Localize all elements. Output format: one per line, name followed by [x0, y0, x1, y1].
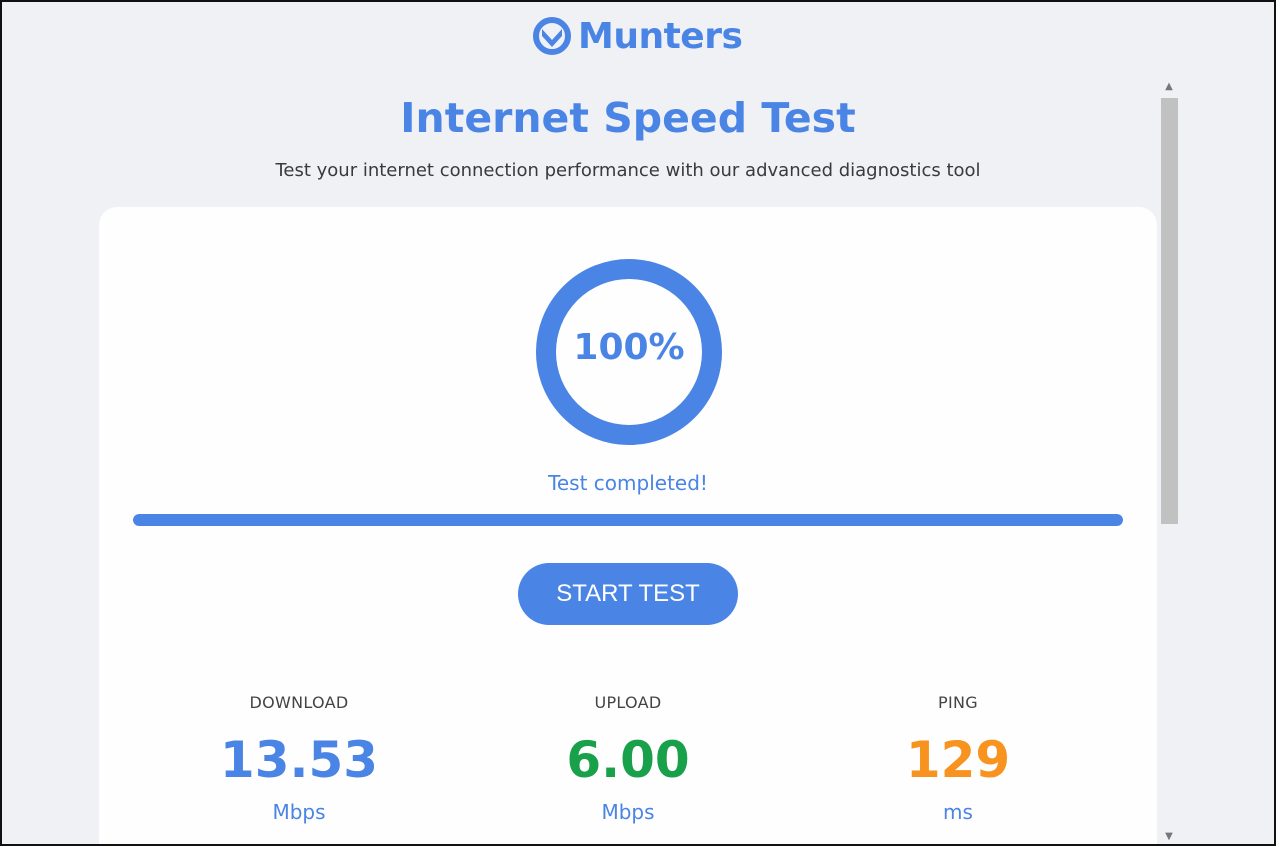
scrollbar-thumb[interactable]: [1161, 98, 1178, 524]
brand-name: Munters: [578, 15, 743, 57]
scroll-up-arrow-icon[interactable]: ▲: [1158, 76, 1180, 96]
vertical-scrollbar[interactable]: ▲ ▼: [1158, 74, 1180, 844]
upload-unit: Mbps: [601, 800, 655, 824]
upload-value: 6.00: [566, 731, 690, 789]
download-result: DOWNLOAD 13.53 Mbps: [179, 693, 419, 824]
scroll-down-arrow-icon[interactable]: ▼: [1158, 826, 1180, 844]
download-unit: Mbps: [272, 800, 326, 824]
ping-value: 129: [905, 731, 1011, 789]
upload-result: UPLOAD 6.00 Mbps: [508, 693, 748, 824]
munters-logo: Munters: [532, 14, 743, 58]
ping-result: PING 129 ms: [838, 693, 1078, 824]
ping-unit: ms: [943, 800, 973, 824]
test-status: Test completed!: [548, 471, 708, 495]
progress-bar: [133, 514, 1123, 526]
start-test-button[interactable]: START TEST: [518, 563, 738, 625]
page-title: Internet Speed Test: [400, 94, 856, 142]
progress-bar-fill: [133, 514, 1123, 526]
download-value: 13.53: [219, 731, 379, 789]
page-subtitle: Test your internet connection performanc…: [275, 160, 981, 181]
ping-label: PING: [938, 693, 978, 712]
munters-logo-icon: [533, 17, 571, 55]
upload-label: UPLOAD: [594, 693, 662, 712]
download-label: DOWNLOAD: [249, 693, 349, 712]
speed-test-card: 100% Test completed! START TEST DOWNLOAD…: [99, 207, 1157, 844]
browser-viewport: Munters Internet Speed Test Test your in…: [0, 0, 1276, 846]
progress-percent: 100%: [573, 327, 685, 368]
